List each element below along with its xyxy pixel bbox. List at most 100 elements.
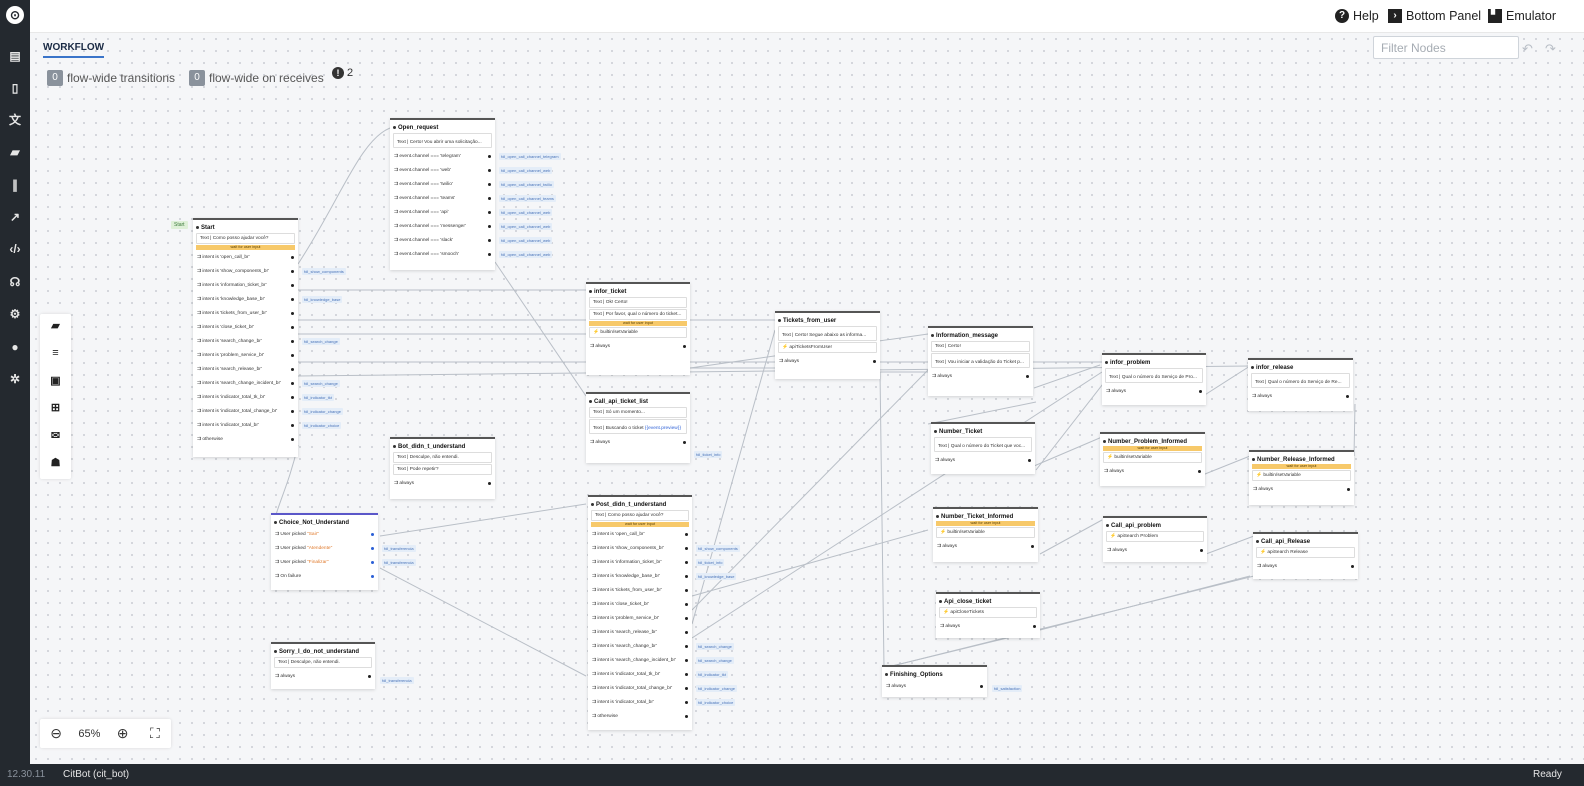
say-card[interactable]: Text | Certo! Vou abrir uma solicitação.… bbox=[393, 133, 492, 148]
transition-row[interactable]: ⇉ always bbox=[1249, 482, 1354, 496]
transition-row[interactable]: ⇉ intent is 'indicator_total_tk_br' bbox=[193, 390, 298, 404]
transition-port[interactable] bbox=[685, 532, 688, 536]
node-infor-release[interactable]: infor_release Text | Qual o número do Se… bbox=[1248, 358, 1353, 411]
transition-row[interactable]: ⇉ event.channel === 'smooch' bbox=[390, 247, 495, 261]
transition-port[interactable] bbox=[371, 574, 374, 578]
transition-target[interactable]: fdl_open_call_channel_web bbox=[499, 237, 553, 244]
say-card[interactable]: Text | Ok! Certo! bbox=[589, 297, 687, 308]
action-card[interactable]: ⚡ apiSearch Problem bbox=[1106, 531, 1204, 542]
transition-target[interactable]: fdl_open_call_channel_web bbox=[499, 209, 553, 216]
transition-row[interactable]: ⇉ always bbox=[1248, 389, 1353, 403]
transition-target[interactable]: fdl_knowledge_base bbox=[302, 296, 343, 303]
transition-port[interactable] bbox=[1028, 458, 1031, 462]
transition-row[interactable]: ⇉ intent is 'indicator_total_change_br' bbox=[193, 404, 298, 418]
transition-target[interactable]: fdl_satisfaction bbox=[992, 685, 1023, 692]
transition-row[interactable]: ⇉ intent is 'show_components_br' bbox=[588, 541, 692, 555]
botpress-logo-icon[interactable]: ⊙ bbox=[6, 6, 24, 24]
node-start[interactable]: Start Text | Como posso ajudar você? wai… bbox=[193, 218, 298, 457]
transition-target[interactable]: fdl_search_change bbox=[696, 643, 734, 650]
transition-port[interactable] bbox=[488, 481, 491, 485]
transition-target[interactable]: fdl_show_components bbox=[696, 545, 740, 552]
transition-port[interactable] bbox=[488, 238, 491, 242]
transition-port[interactable] bbox=[685, 686, 688, 690]
node-information-message[interactable]: Information_message Text | Certo! Text |… bbox=[928, 326, 1033, 396]
transition-row[interactable]: ⇉ intent is 'search_change_incident_br' bbox=[588, 653, 692, 667]
transition-port[interactable] bbox=[488, 224, 491, 228]
transition-port[interactable] bbox=[488, 154, 491, 158]
transition-target[interactable]: fdl_indicator_change bbox=[696, 685, 737, 692]
say-card[interactable]: Text | Pode repetir? bbox=[393, 464, 492, 475]
transition-row[interactable]: ⇉ intent is 'search_release_br' bbox=[588, 625, 692, 639]
transition-target[interactable]: fdl_indicator_choice bbox=[696, 699, 736, 706]
transition-port[interactable] bbox=[1346, 394, 1349, 398]
transition-target[interactable]: fdl_indicator_tkt bbox=[302, 394, 335, 401]
transition-port[interactable] bbox=[1033, 624, 1036, 628]
transition-row[interactable]: ⇉ always bbox=[882, 679, 987, 693]
transition-port[interactable] bbox=[291, 325, 294, 329]
transition-port[interactable] bbox=[685, 546, 688, 550]
transition-row[interactable]: ⇉ intent is 'knowledge_base_br' bbox=[588, 569, 692, 583]
say-card[interactable]: Text | Por favor, qual o número do ticke… bbox=[589, 309, 687, 320]
transition-target[interactable]: fdl_search_change bbox=[302, 338, 340, 345]
transition-row[interactable]: ⇉ event.channel === 'messenger' bbox=[390, 219, 495, 233]
transition-port[interactable] bbox=[291, 353, 294, 357]
say-card[interactable]: Text | Vou iniciar a validação do Ticket… bbox=[931, 353, 1030, 368]
node-post-didnt-understand[interactable]: Post_didn_t_understand Text | Como posso… bbox=[588, 495, 692, 730]
node-call-api-problem[interactable]: Call_api_problem ⚡ apiSearch Problem ⇉ a… bbox=[1103, 516, 1207, 562]
node-number-problem-informed[interactable]: Number_Problem_Informed wait for user in… bbox=[1100, 432, 1205, 486]
say-card[interactable]: Text | Certo! Segue abaixo as informa... bbox=[778, 326, 877, 341]
transition-port[interactable] bbox=[488, 210, 491, 214]
transition-row[interactable]: ⇉ intent is 'open_call_br' bbox=[193, 250, 298, 264]
transition-row[interactable]: ⇉ always bbox=[775, 354, 880, 368]
transition-row[interactable]: ⇉ always bbox=[586, 435, 690, 449]
transition-row[interactable]: ⇉ intent is 'information_ticket_br' bbox=[588, 555, 692, 569]
say-card[interactable]: Text | Desculpe, não entendi. bbox=[393, 452, 492, 463]
transition-row[interactable]: ⇉ event.channel === 'twilio' bbox=[390, 177, 495, 191]
transition-port[interactable] bbox=[980, 684, 983, 688]
transition-port[interactable] bbox=[1198, 469, 1201, 473]
say-card[interactable]: Text | Buscando o ticket {{event.preview… bbox=[589, 419, 687, 434]
transition-row[interactable]: ⇉ intent is 'indicator_total_br' bbox=[193, 418, 298, 432]
transition-row[interactable]: ⇉ intent is 'close_ticket_br' bbox=[193, 320, 298, 334]
transition-target[interactable]: fdl_search_change bbox=[302, 380, 340, 387]
transition-port[interactable] bbox=[685, 602, 688, 606]
transition-row[interactable]: ⇉ event.channel === 'slack' bbox=[390, 233, 495, 247]
node-infor-problem[interactable]: infor_problem Text | Qual o número do Se… bbox=[1102, 353, 1206, 405]
fit-screen-icon[interactable]: ⛶ bbox=[145, 725, 165, 742]
sidebar-nlu-icon[interactable]: ▰ bbox=[7, 144, 23, 160]
transition-target[interactable]: fdl_knowledge_base bbox=[696, 573, 737, 580]
transition-row[interactable]: ⇉ always bbox=[1100, 464, 1205, 478]
zoom-out-icon[interactable]: ⊖ bbox=[46, 725, 66, 742]
say-card[interactable]: Text | Como posso ajudar você? bbox=[196, 233, 295, 244]
transition-port[interactable] bbox=[685, 574, 688, 578]
transition-port[interactable] bbox=[685, 714, 688, 718]
node-number-ticket-informed[interactable]: Number_Ticket_Informed wait for user inp… bbox=[933, 507, 1038, 562]
transition-port[interactable] bbox=[685, 658, 688, 662]
transition-port[interactable] bbox=[291, 437, 294, 441]
action-card[interactable]: ⚡ apiSearch Release bbox=[1256, 547, 1355, 558]
transition-port[interactable] bbox=[291, 423, 294, 427]
action-card[interactable]: ⚡ builtin/setVariable bbox=[1103, 452, 1202, 463]
say-card[interactable]: Text | Qual o número do Serviço de Pro..… bbox=[1105, 368, 1203, 383]
sidebar-code-editor-icon[interactable]: ‹/› bbox=[7, 241, 23, 257]
transition-target[interactable]: fdl_indicator_change bbox=[302, 408, 343, 415]
transition-row[interactable]: ⇉ intent is 'search_change_br' bbox=[193, 334, 298, 348]
sidebar-library-icon[interactable]: ∥ bbox=[7, 177, 23, 193]
tab-workflow[interactable]: WORKFLOW bbox=[43, 42, 105, 58]
transition-port[interactable] bbox=[488, 196, 491, 200]
transition-row[interactable]: ⇉ always bbox=[933, 539, 1038, 553]
transition-port[interactable] bbox=[291, 381, 294, 385]
say-card[interactable]: Text | Desculpe, não entendi. bbox=[274, 657, 372, 668]
action-card[interactable]: ⚡ apiCloseTickets bbox=[939, 607, 1037, 618]
transition-row[interactable]: ⇉ always bbox=[390, 476, 495, 490]
undo-icon[interactable]: ↶ bbox=[1522, 41, 1533, 57]
transition-row[interactable]: ⇉ intent is 'knowledge_base_br' bbox=[193, 292, 298, 306]
transition-port[interactable] bbox=[685, 560, 688, 564]
transition-target[interactable]: fdl_ticket_info bbox=[696, 559, 725, 566]
transition-port[interactable] bbox=[371, 546, 374, 550]
node-number-release-informed[interactable]: Number_Release_Informed wait for user in… bbox=[1249, 450, 1354, 505]
node-sorry-not-understand[interactable]: Sorry_I_do_not_understand Text | Desculp… bbox=[271, 642, 375, 689]
node-tickets-from-user[interactable]: Tickets_from_user Text | Certo! Segue ab… bbox=[775, 311, 880, 379]
transition-port[interactable] bbox=[685, 644, 688, 648]
transition-port[interactable] bbox=[488, 182, 491, 186]
